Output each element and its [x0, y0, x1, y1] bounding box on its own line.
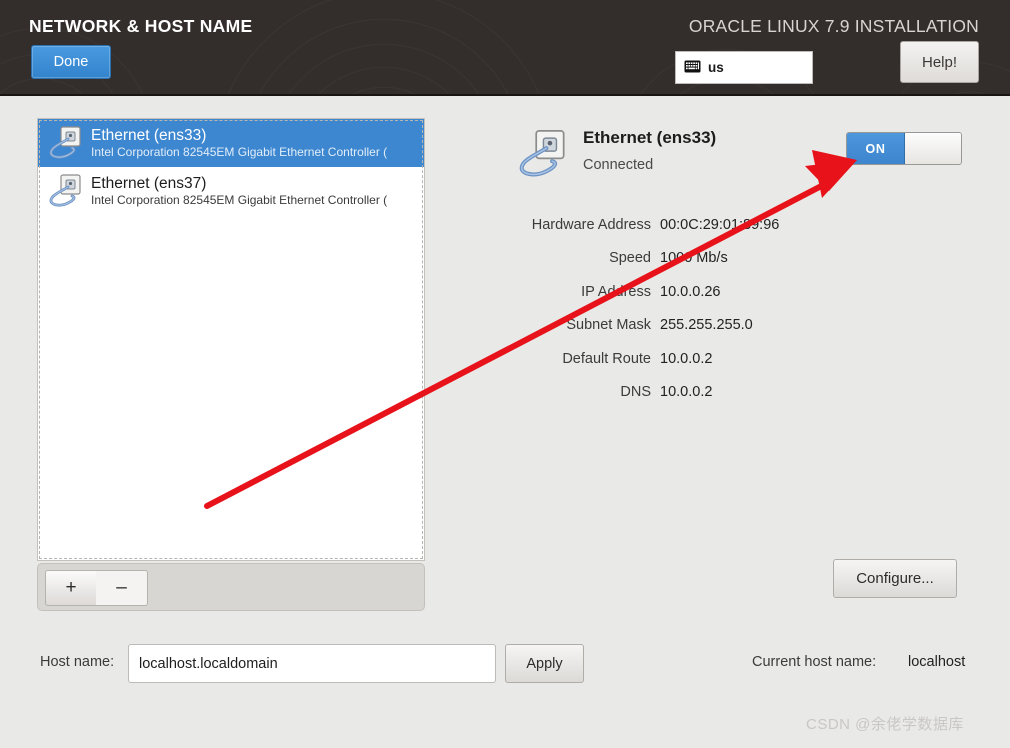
hostname-input[interactable]: [128, 644, 496, 683]
page-title: NETWORK & HOST NAME: [29, 16, 253, 36]
done-button[interactable]: Done: [31, 45, 111, 79]
watermark: CSDN @余佬学数据库: [806, 716, 964, 733]
field-value: 10.0.0.2: [660, 350, 713, 367]
hostname-label: Host name:: [40, 654, 115, 670]
network-device-list[interactable]: Ethernet (ens33) Intel Corporation 82545…: [37, 118, 425, 561]
keyboard-layout-label: us: [708, 60, 724, 75]
toggle-on-label: ON: [847, 133, 905, 164]
add-device-button[interactable]: +: [45, 570, 97, 606]
device-power-toggle[interactable]: ON: [846, 132, 962, 165]
installer-header: NETWORK & HOST NAME ORACLE LINUX 7.9 INS…: [0, 0, 1010, 96]
detail-field-dns: DNS 10.0.0.2: [455, 376, 975, 410]
field-value: 00:0C:29:01:89:96: [660, 216, 780, 233]
help-button[interactable]: Help!: [900, 41, 979, 83]
field-label: Speed: [609, 250, 651, 267]
device-detail-header: Ethernet (ens33) Connected ON: [455, 126, 975, 188]
current-hostname-value: localhost: [908, 654, 966, 670]
detail-field-hardware-address: Hardware Address 00:0C:29:01:89:96: [455, 208, 975, 242]
remove-device-button[interactable]: –: [96, 570, 148, 606]
device-detail-panel: Ethernet (ens33) Connected ON Hardware A…: [455, 126, 975, 400]
list-item-description: Intel Corporation 82545EM Gigabit Ethern…: [91, 144, 388, 159]
field-label: Hardware Address: [531, 216, 651, 233]
keyboard-icon: [684, 60, 701, 76]
apply-button[interactable]: Apply: [505, 644, 584, 683]
field-label: IP Address: [581, 283, 651, 300]
field-value: 10.0.0.26: [660, 283, 721, 300]
detail-field-subnet-mask: Subnet Mask 255.255.255.0: [455, 309, 975, 343]
device-connection-status: Connected: [583, 157, 654, 173]
list-item-name: Ethernet (ens37): [91, 174, 207, 192]
configure-button[interactable]: Configure...: [833, 559, 957, 598]
field-value: 1000 Mb/s: [660, 250, 728, 267]
network-hostname-screen: NETWORK & HOST NAME ORACLE LINUX 7.9 INS…: [0, 0, 1010, 748]
field-label: Subnet Mask: [566, 317, 651, 334]
list-item[interactable]: Ethernet (ens33) Intel Corporation 82545…: [38, 119, 424, 167]
field-label: DNS: [620, 384, 651, 401]
ethernet-jack-icon: [48, 125, 82, 161]
current-hostname-label: Current host name:: [752, 654, 877, 670]
detail-field-ip-address: IP Address 10.0.0.26: [455, 275, 975, 309]
keyboard-layout-indicator[interactable]: us: [675, 51, 813, 84]
ethernet-jack-icon: [517, 128, 567, 180]
detail-field-default-route: Default Route 10.0.0.2: [455, 342, 975, 376]
list-item-name: Ethernet (ens33): [91, 126, 207, 144]
list-item[interactable]: Ethernet (ens37) Intel Corporation 82545…: [38, 167, 424, 215]
field-label: Default Route: [562, 350, 651, 367]
field-value: 10.0.0.2: [660, 384, 713, 401]
ethernet-jack-icon: [48, 173, 82, 209]
installation-title: ORACLE LINUX 7.9 INSTALLATION: [688, 16, 979, 36]
field-value: 255.255.255.0: [660, 317, 753, 334]
detail-field-speed: Speed 1000 Mb/s: [455, 242, 975, 276]
list-item-description: Intel Corporation 82545EM Gigabit Ethern…: [91, 192, 388, 207]
device-detail-name: Ethernet (ens33): [583, 128, 717, 147]
toggle-knob: [905, 133, 961, 164]
device-detail-fields: Hardware Address 00:0C:29:01:89:96 Speed…: [455, 208, 975, 409]
device-list-toolbar: + –: [37, 563, 425, 611]
